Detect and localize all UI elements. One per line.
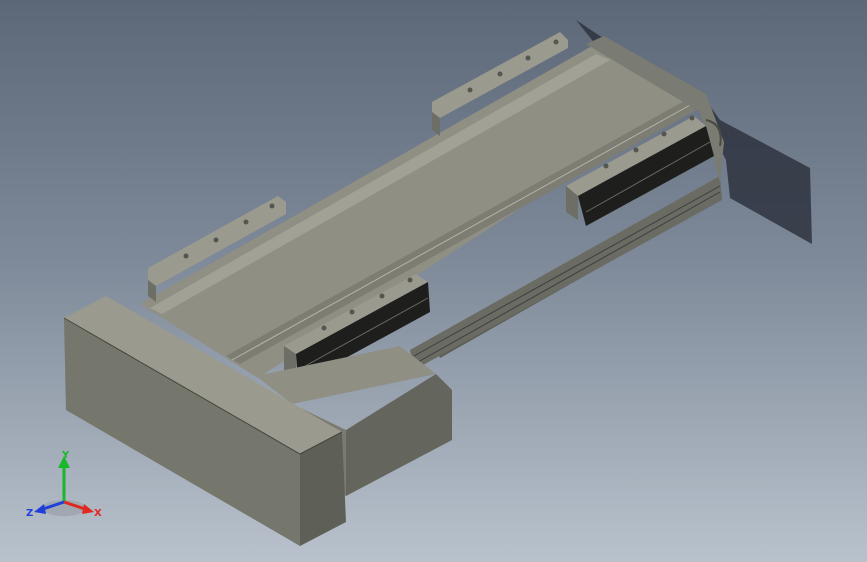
- x-axis-label: X: [94, 508, 102, 519]
- motor-adapter-front[interactable]: [346, 374, 452, 496]
- y-axis-label: Y: [61, 450, 70, 461]
- x-axis-arrow-icon: [82, 504, 94, 514]
- view-orientation-triad[interactable]: Y X Z: [22, 448, 106, 524]
- rail-top-face[interactable]: [140, 46, 700, 378]
- linear-module-model[interactable]: [0, 0, 867, 562]
- z-axis-label: Z: [26, 508, 33, 519]
- z-axis-arrow-icon: [34, 504, 46, 514]
- graphics-viewport[interactable]: Y X Z: [0, 0, 867, 562]
